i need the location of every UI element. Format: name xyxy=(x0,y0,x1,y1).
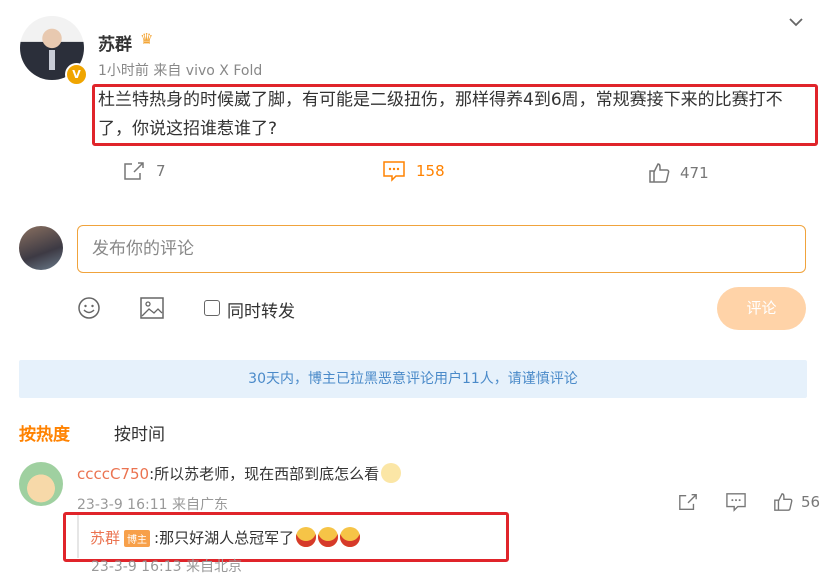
crown-icon: ♛ xyxy=(140,30,154,48)
repost-icon[interactable] xyxy=(677,492,699,512)
commenter-avatar[interactable] xyxy=(19,462,63,506)
send-comment-button[interactable]: 评论 xyxy=(717,287,806,330)
post-meta: 1小时前 来自 vivo X Fold xyxy=(98,63,263,79)
comment-like-button[interactable]: 56 xyxy=(773,492,820,512)
comment-count: 158 xyxy=(416,162,445,180)
reply-meta: 23-3-9 16:13 来自北京 xyxy=(91,559,242,575)
reply-author[interactable]: 苏群 xyxy=(90,529,120,547)
repost-count: 7 xyxy=(156,162,166,180)
comment-icon xyxy=(383,161,405,182)
commenter-name[interactable]: ccccC750 xyxy=(77,465,149,483)
author-name[interactable]: 苏群 xyxy=(98,30,132,55)
comment-meta: 23-3-9 16:11 来自广东 xyxy=(77,497,228,513)
comment-button[interactable]: 158 xyxy=(382,160,445,182)
notice-banner: 30天内，博主已拉黑恶意评论用户11人，请谨慎评论 xyxy=(19,360,807,398)
image-icon[interactable] xyxy=(140,297,164,319)
repost-button[interactable]: 7 xyxy=(122,160,166,182)
comment-actions: 56 xyxy=(677,492,820,512)
thumbs-up-icon xyxy=(774,493,793,511)
laugh-emoji-icon xyxy=(296,527,317,547)
chevron-down-icon[interactable] xyxy=(786,12,806,32)
comment-like-count: 56 xyxy=(801,493,821,511)
also-repost-label: 同时转发 xyxy=(227,302,295,322)
author-tag: 博主 xyxy=(124,530,151,547)
comment-line: ccccC750:所以苏老师，现在西部到底怎么看 xyxy=(77,463,402,484)
also-repost-checkbox[interactable] xyxy=(204,300,220,316)
like-button[interactable]: 471 xyxy=(648,162,709,184)
reply-text: :那只好湖人总冠军了 xyxy=(154,529,295,547)
my-avatar xyxy=(19,226,63,270)
comment-input[interactable]: 发布你的评论 xyxy=(77,225,806,273)
post-text: 杜兰特热身的时候崴了脚，有可能是二级扭伤，那样得养4到6周，常规赛接下来的比赛打… xyxy=(98,90,783,139)
verified-badge: V xyxy=(65,63,88,86)
emoji-icon[interactable] xyxy=(77,296,101,320)
laugh-emoji-icon xyxy=(340,527,361,547)
emoji-icon xyxy=(381,463,402,483)
thumbs-up-icon xyxy=(649,163,670,183)
comment-icon[interactable] xyxy=(725,492,747,512)
laugh-emoji-icon xyxy=(318,527,339,547)
like-count: 471 xyxy=(680,164,709,182)
comment-text: :所以苏老师，现在西部到底怎么看 xyxy=(149,465,380,483)
repost-icon xyxy=(124,162,144,180)
tab-sort-time[interactable]: 按时间 xyxy=(114,420,165,445)
tab-sort-hot[interactable]: 按热度 xyxy=(19,420,70,445)
reply-line: 苏群 博主:那只好湖人总冠军了 xyxy=(90,527,361,548)
